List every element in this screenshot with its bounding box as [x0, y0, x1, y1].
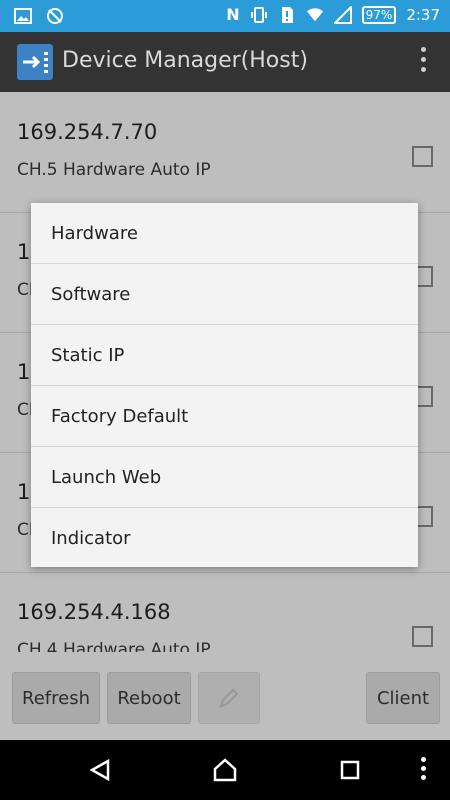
home-icon[interactable] [212, 757, 238, 783]
more-vert-icon[interactable] [421, 757, 427, 780]
recents-icon[interactable] [339, 759, 361, 781]
sim-alert-icon [281, 6, 293, 23]
sync-disabled-icon [47, 8, 63, 24]
more-vert-icon[interactable] [418, 47, 428, 77]
battery-indicator: 97% [361, 5, 397, 24]
back-icon[interactable] [88, 758, 112, 782]
menu-item-factory-default[interactable]: Factory Default [31, 386, 418, 447]
nfc-icon: N [226, 5, 240, 24]
navigation-bar [0, 740, 450, 800]
image-icon [14, 8, 32, 24]
menu-item-hardware[interactable]: Hardware [31, 203, 418, 264]
menu-item-software[interactable]: Software [31, 264, 418, 325]
app-logo-icon [17, 44, 53, 80]
action-bar: Device Manager(Host) [0, 32, 450, 92]
status-bar: N 97% 2:37 [0, 0, 450, 32]
menu-item-indicator[interactable]: Indicator [31, 508, 418, 568]
page-title: Device Manager(Host) [62, 48, 308, 73]
vibrate-icon [250, 6, 267, 23]
popup-menu: Hardware Software Static IP Factory Defa… [31, 203, 418, 567]
menu-item-launch-web[interactable]: Launch Web [31, 447, 418, 508]
clock: 2:37 [406, 5, 440, 24]
wifi-icon [306, 7, 323, 21]
signal-icon [333, 5, 352, 24]
menu-item-static-ip[interactable]: Static IP [31, 325, 418, 386]
